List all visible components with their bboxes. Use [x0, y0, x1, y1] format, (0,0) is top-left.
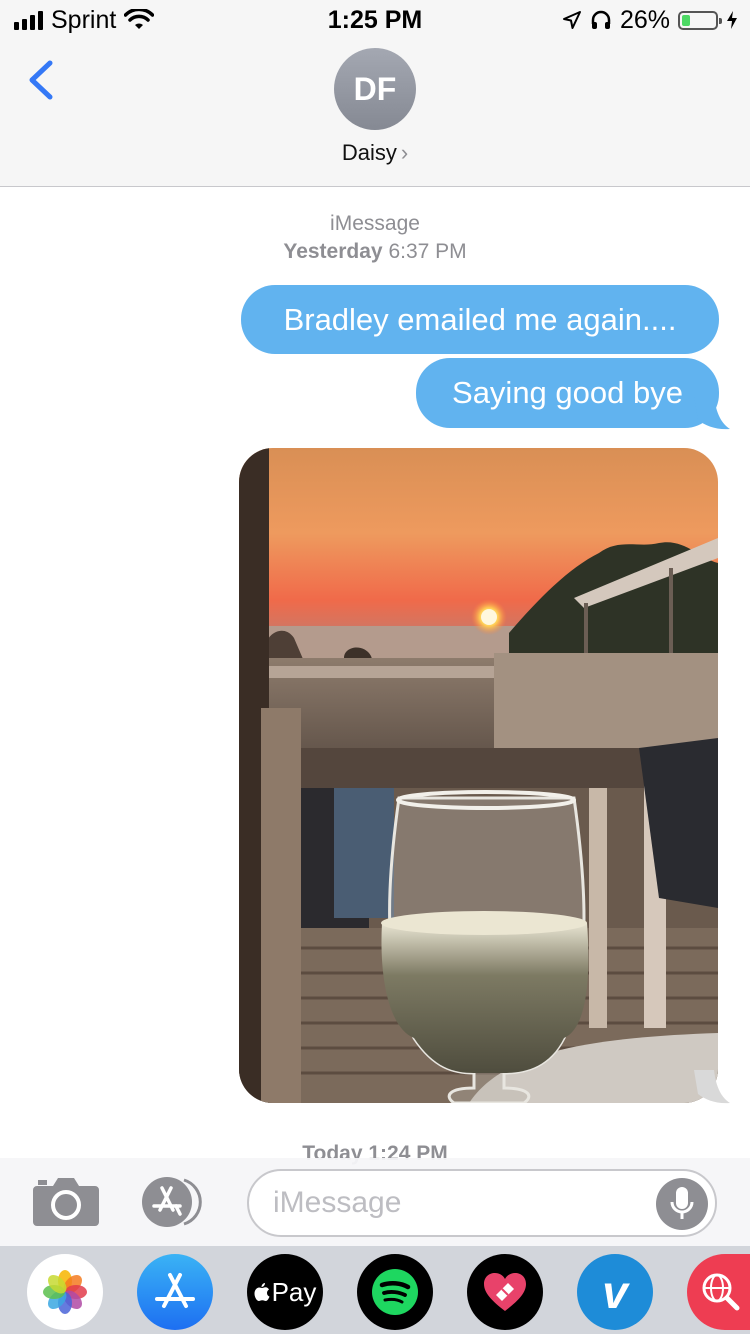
app-store-app-icon[interactable]	[137, 1254, 213, 1330]
timestamp-day: Yesterday	[283, 240, 383, 263]
contact-name: Daisy	[341, 140, 397, 165]
venmo-app-icon[interactable]: v	[577, 1254, 653, 1330]
sunset-wine-photo	[239, 448, 718, 1103]
back-chevron-icon[interactable]	[22, 60, 62, 100]
microphone-icon	[670, 1187, 694, 1219]
message-input-container	[247, 1169, 717, 1237]
heart-app-icon[interactable]	[467, 1254, 543, 1330]
spotify-logo-icon	[372, 1269, 418, 1315]
apple-pay-label: Pay	[271, 1276, 317, 1307]
photos-flower-icon	[43, 1270, 87, 1314]
photo-bubble-tail	[694, 1070, 730, 1104]
status-bar: Sprint 1:25 PM 26%	[0, 0, 750, 40]
camera-icon[interactable]	[33, 1176, 99, 1226]
photo-attachment[interactable]	[239, 448, 718, 1103]
timestamp-yesterday: Yesterday 6:37 PM	[0, 240, 750, 264]
timestamp-time: 6:37 PM	[388, 240, 467, 263]
battery-icon	[678, 10, 722, 30]
service-label: iMessage	[330, 212, 420, 235]
app-store-icon	[142, 1177, 202, 1227]
venmo-logo: v	[602, 1266, 628, 1318]
photos-app-icon[interactable]	[27, 1254, 103, 1330]
message-bubble-sent[interactable]: Bradley emailed me again....	[241, 285, 719, 354]
heart-icon	[484, 1273, 526, 1311]
apple-pay-app-icon[interactable]: Pay	[247, 1254, 323, 1330]
charging-icon	[727, 11, 737, 29]
conversation-header: DF Daisy ›	[0, 40, 750, 187]
headphones-icon	[591, 10, 611, 29]
app-store-a-icon	[155, 1273, 195, 1308]
bubble-tail	[694, 396, 730, 430]
message-input[interactable]	[273, 1171, 653, 1235]
globe-search-icon	[702, 1273, 740, 1311]
location-icon	[562, 11, 581, 29]
message-text: Saying good bye	[452, 375, 683, 410]
status-right: 26%	[562, 6, 738, 34]
spotify-app-icon[interactable]	[357, 1254, 433, 1330]
apps-button[interactable]	[140, 1176, 212, 1228]
battery-percent: 26%	[619, 5, 670, 34]
chevron-right-icon: ›	[400, 140, 409, 165]
contact-name-button[interactable]: Daisy ›	[0, 140, 750, 166]
message-text: Bradley emailed me again....	[283, 301, 677, 337]
contact-avatar[interactable]: DF	[334, 48, 416, 130]
apple-logo-icon	[254, 1283, 270, 1301]
message-bubble-sent[interactable]: Saying good bye	[416, 358, 719, 428]
microphone-button[interactable]	[656, 1178, 708, 1230]
